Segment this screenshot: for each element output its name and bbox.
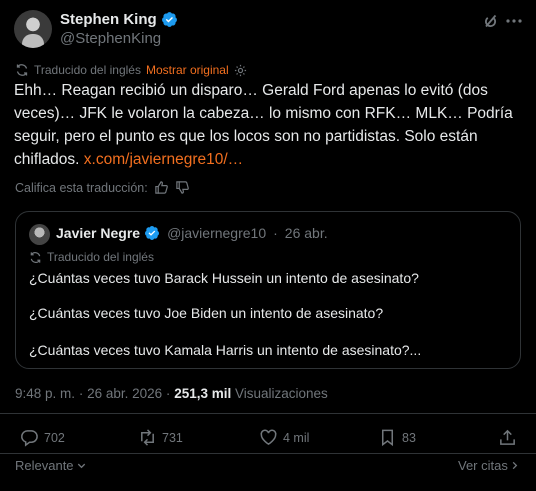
bookmark-button[interactable]: 83	[378, 428, 416, 447]
like-icon	[259, 428, 278, 447]
quote-separator: ·	[273, 225, 278, 241]
author-name-row: Stephen King	[60, 11, 178, 28]
translation-notice: Traducido del inglés Mostrar original	[15, 63, 247, 77]
quote-date[interactable]: 26 abr.	[285, 225, 328, 241]
quote-line: ¿Cuántas veces tuvo Joe Biden un intento…	[29, 305, 384, 321]
thumbs-down-icon[interactable]	[175, 180, 190, 195]
sort-replies-button[interactable]: Relevante	[15, 458, 87, 473]
meta-separator: ·	[165, 386, 171, 401]
view-quotes-link[interactable]: Ver citas	[458, 458, 520, 473]
sort-label: Relevante	[15, 458, 74, 473]
post-time[interactable]: 9:48 p. m.	[15, 386, 75, 401]
more-icon[interactable]	[504, 11, 524, 31]
meta-separator: ·	[78, 386, 84, 401]
quoted-link[interactable]: x.com/javiernegre10/…	[84, 151, 243, 168]
share-icon	[498, 428, 517, 447]
author-name[interactable]: Stephen King	[60, 11, 157, 28]
share-button[interactable]	[498, 428, 517, 447]
author-avatar[interactable]	[14, 10, 52, 48]
verified-badge-icon	[144, 225, 160, 241]
translate-icon	[29, 251, 42, 264]
quote-line: ¿Cuántas veces tuvo Barack Hussein un in…	[29, 270, 419, 286]
thumbs-up-icon[interactable]	[154, 180, 169, 195]
author-handle[interactable]: @StephenKing	[60, 30, 161, 47]
like-button[interactable]: 4 mil	[259, 428, 309, 447]
rate-translation: Califica esta traducción:	[15, 180, 190, 195]
bookmark-icon	[378, 428, 397, 447]
quote-author-avatar[interactable]	[29, 224, 50, 245]
show-original-link[interactable]: Mostrar original	[146, 63, 229, 77]
divider	[0, 413, 536, 414]
chevron-right-icon	[510, 460, 520, 471]
like-count: 4 mil	[283, 430, 310, 445]
verified-badge-icon	[161, 11, 178, 28]
repost-count: 731	[162, 430, 183, 445]
post-date[interactable]: 26 abr. 2026	[87, 386, 162, 401]
translate-icon	[15, 63, 29, 77]
reply-count: 702	[44, 430, 65, 445]
rate-translation-label: Califica esta traducción:	[15, 180, 148, 195]
views-label: Visualizaciones	[235, 386, 328, 401]
reply-button[interactable]: 702	[20, 428, 65, 447]
quoted-post[interactable]: Javier Negre @javiernegre10 · 26 abr. Tr…	[15, 211, 521, 369]
bookmark-count: 83	[402, 430, 416, 445]
chevron-down-icon	[76, 460, 87, 471]
translation-label: Traducido del inglés	[34, 63, 141, 77]
quote-line: ¿Cuántas veces tuvo Kamala Harris un int…	[29, 342, 422, 358]
quote-author-row: Javier Negre @javiernegre10 · 26 abr.	[56, 225, 328, 241]
post-meta: 9:48 p. m. · 26 abr. 2026 · 251,3 mil Vi…	[15, 386, 328, 401]
quote-author-handle[interactable]: @javiernegre10	[167, 225, 266, 241]
post-header: Stephen King @StephenKing	[14, 8, 522, 52]
post-text: Ehh… Reagan recibió un disparo… Gerald F…	[14, 79, 524, 171]
view-quotes-label: Ver citas	[458, 458, 508, 473]
settings-icon[interactable]	[234, 64, 247, 77]
divider	[0, 453, 536, 454]
repost-icon	[138, 428, 157, 447]
quote-author-name[interactable]: Javier Negre	[56, 225, 140, 241]
repost-button[interactable]: 731	[138, 428, 183, 447]
reply-icon	[20, 428, 39, 447]
quote-translation-label: Traducido del inglés	[47, 250, 154, 264]
grok-icon[interactable]	[481, 11, 501, 31]
views-count: 251,3 mil	[174, 386, 232, 401]
quote-translation-notice: Traducido del inglés	[29, 250, 154, 264]
